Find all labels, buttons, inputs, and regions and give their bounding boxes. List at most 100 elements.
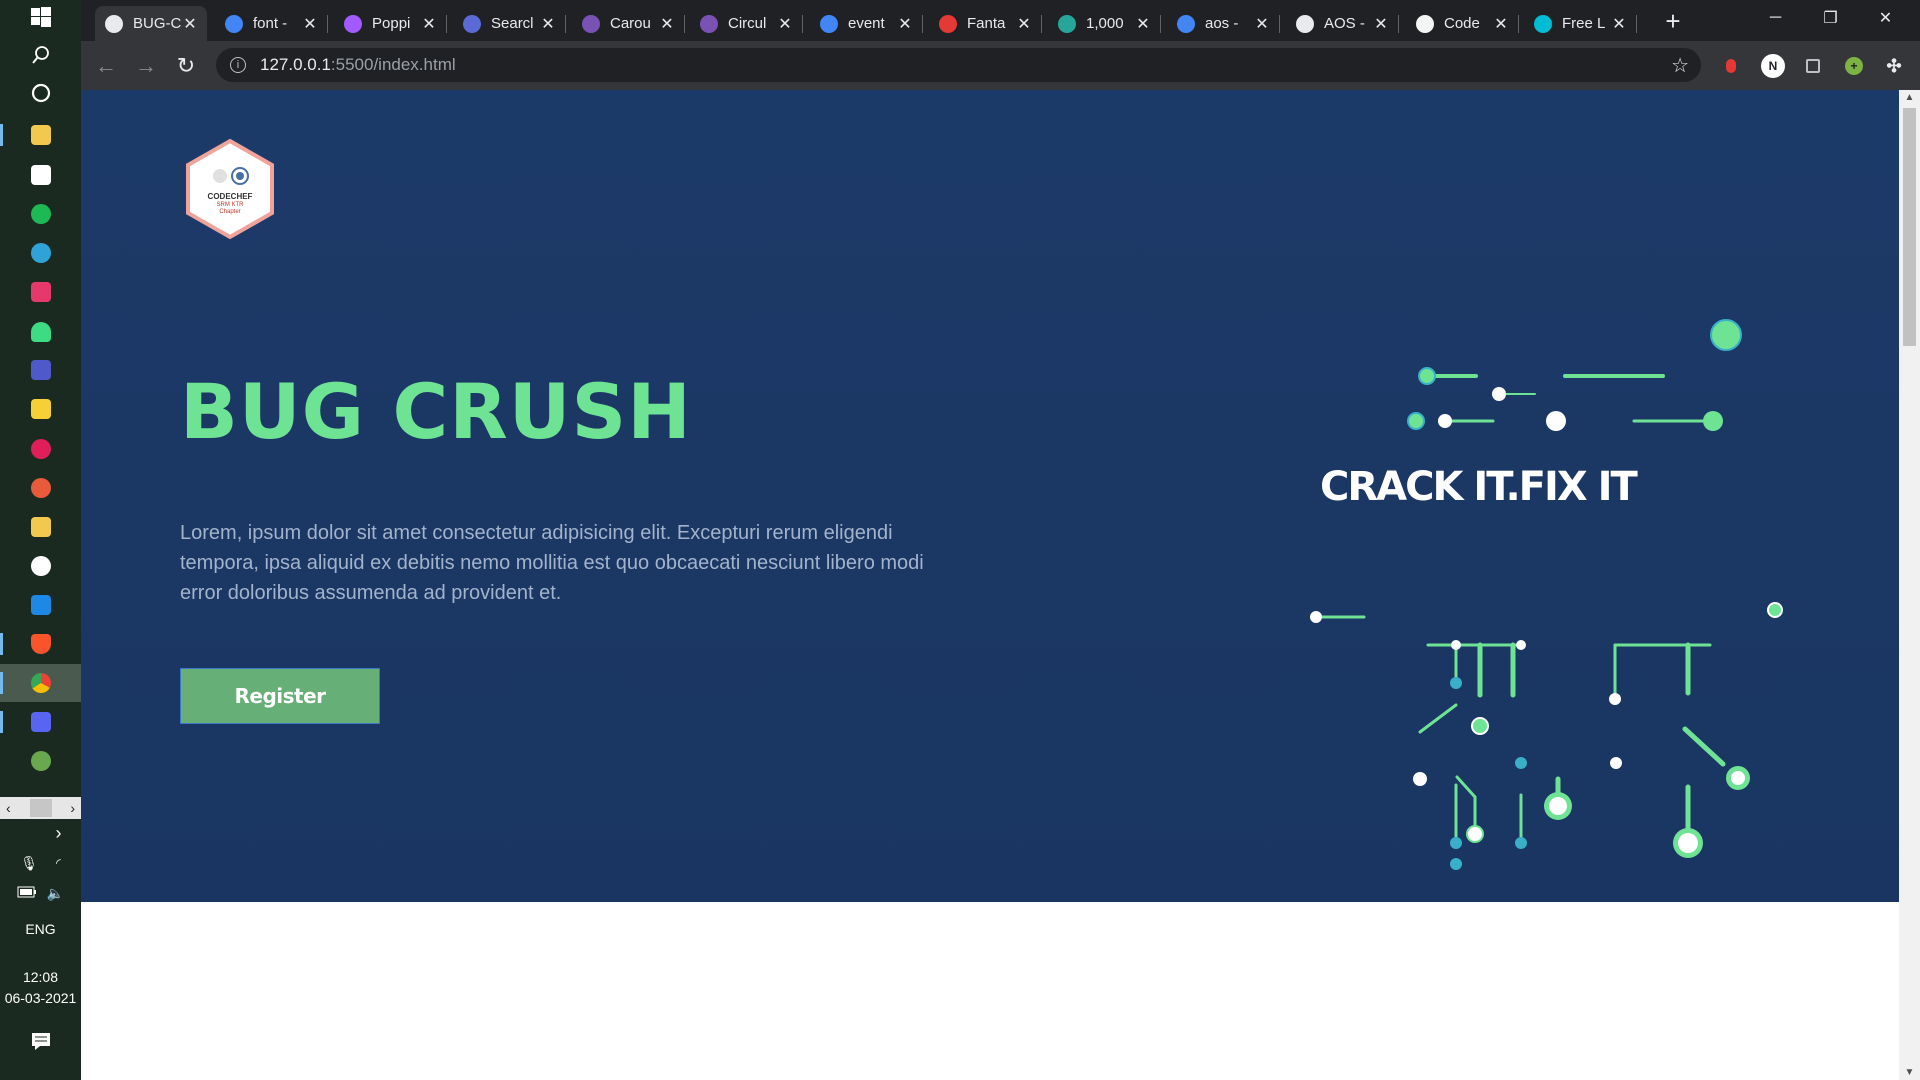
taskbar-scrollbar[interactable]: ‹ › — [0, 797, 81, 819]
site-info-icon[interactable]: i — [230, 57, 246, 73]
tab-separator — [684, 15, 685, 33]
codechef-logo[interactable]: CODECHEF SRM KTR Chapter — [184, 138, 276, 240]
tab-title: event — [848, 15, 885, 32]
tab-12[interactable]: Code ✕ — [1406, 6, 1519, 41]
tab-title: Code — [1444, 15, 1480, 32]
close-window-button[interactable]: ✕ — [1858, 0, 1913, 36]
tab-11[interactable]: AOS - ✕ — [1286, 6, 1399, 41]
cortana-button[interactable] — [0, 76, 81, 114]
tab-9[interactable]: 1,000 ✕ — [1048, 6, 1161, 41]
tab-7[interactable]: event ✕ — [810, 6, 923, 41]
tab-3[interactable]: Poppi ✕ — [334, 6, 447, 41]
extension-copy-button[interactable] — [1801, 54, 1825, 78]
taskbar-paint[interactable] — [0, 742, 81, 780]
office-icon — [30, 517, 51, 537]
taskbar-file-explorer[interactable] — [0, 116, 81, 154]
extension-notion-button[interactable]: N — [1761, 54, 1785, 78]
close-tab-icon[interactable]: ✕ — [660, 14, 674, 34]
taskbar-android-studio[interactable] — [0, 313, 81, 351]
start-button[interactable] — [0, 0, 81, 38]
close-tab-icon[interactable]: ✕ — [1136, 14, 1150, 34]
action-center-button[interactable] — [0, 1030, 81, 1054]
volume-icon[interactable]: 🔈 — [47, 885, 64, 902]
taskbar-search-button[interactable] — [0, 38, 81, 76]
close-tab-icon[interactable]: ✕ — [778, 14, 792, 34]
back-button[interactable]: ← — [89, 49, 123, 83]
battery-icon[interactable] — [17, 885, 37, 901]
taskbar-brave[interactable] — [0, 625, 81, 663]
tab-title: Circul — [728, 15, 767, 32]
sticky-notes-icon — [30, 399, 51, 419]
brave-icon — [30, 634, 51, 654]
tab-1[interactable]: BUG-C ✕ — [95, 6, 207, 41]
tab-title: 1,000 — [1086, 15, 1124, 32]
desktop: ‹ › › 🎙 ◜ 🔈 ENG 12:08 06-03-2021 BUG-C ✕ f… — [0, 0, 1920, 1080]
taskbar-intellij[interactable] — [0, 273, 81, 311]
chevron-left-icon[interactable]: ‹ — [6, 800, 11, 816]
reload-icon: ↻ — [176, 53, 196, 78]
close-tab-icon[interactable]: ✕ — [898, 14, 912, 34]
page-scrollbar[interactable]: ▲ ▼ — [1899, 90, 1920, 1080]
tab-4[interactable]: Searcl ✕ — [453, 6, 566, 41]
tab-13[interactable]: Free L ✕ — [1524, 6, 1637, 41]
extension-green-button[interactable]: + — [1842, 54, 1866, 78]
record-icon — [1726, 59, 1736, 73]
minimize-button[interactable]: ─ — [1748, 0, 1803, 36]
close-tab-icon[interactable]: ✕ — [1374, 14, 1388, 34]
close-tab-icon[interactable]: ✕ — [541, 14, 555, 34]
taskbar-slack[interactable] — [0, 430, 81, 468]
taskbar-teams[interactable] — [0, 351, 81, 389]
clock-time[interactable]: 12:08 — [0, 969, 81, 985]
forward-button[interactable]: → — [129, 49, 163, 83]
input-language[interactable]: ENG — [0, 921, 81, 937]
chevron-right-icon[interactable]: › — [70, 800, 75, 816]
page-viewport: CODECHEF SRM KTR Chapter BUG CRUSH Lorem… — [81, 90, 1899, 1080]
clock-date[interactable]: 06-03-2021 — [0, 990, 81, 1006]
close-tab-icon[interactable]: ✕ — [303, 14, 317, 34]
logo-text: CODECHEF — [207, 192, 253, 201]
show-hidden-icons-button[interactable]: › — [0, 820, 81, 846]
restore-button[interactable]: ❐ — [1803, 0, 1858, 36]
tab-5[interactable]: Carou ✕ — [572, 6, 685, 41]
taskbar-mail[interactable] — [0, 586, 81, 624]
tab-title: Fanta — [967, 15, 1006, 32]
taskbar-edge[interactable] — [0, 234, 81, 272]
scroll-thumb[interactable] — [29, 799, 52, 817]
wifi-icon[interactable]: ◜ — [56, 856, 61, 870]
scroll-down-icon[interactable]: ▼ — [1899, 1067, 1920, 1078]
register-button[interactable]: Register — [180, 668, 380, 724]
taskbar-spotify[interactable] — [0, 195, 81, 233]
tab-2[interactable]: font - ✕ — [215, 6, 328, 41]
extension-record-button[interactable] — [1719, 54, 1743, 78]
close-tab-icon[interactable]: ✕ — [1612, 14, 1626, 34]
puzzle-icon: ✣ — [1886, 55, 1902, 76]
close-tab-icon[interactable]: ✕ — [1017, 14, 1031, 34]
close-tab-icon[interactable]: ✕ — [1494, 14, 1508, 34]
address-bar[interactable]: i 127.0.0.1:5500/index.html ☆ — [216, 48, 1701, 82]
tab-separator — [1160, 15, 1161, 33]
taskbar-chrome[interactable] — [0, 664, 81, 702]
taskbar-sticky-notes[interactable] — [0, 390, 81, 428]
close-tab-icon[interactable]: ✕ — [1255, 14, 1269, 34]
taskbar-store[interactable] — [0, 156, 81, 194]
close-tab-icon[interactable]: ✕ — [422, 14, 436, 34]
microphone-icon[interactable]: 🎙 — [20, 855, 38, 872]
bookmark-star-icon[interactable]: ☆ — [1671, 53, 1689, 78]
extensions-button[interactable]: ✣ — [1882, 54, 1906, 78]
reload-button[interactable]: ↻ — [169, 49, 203, 83]
taskbar-greenshot[interactable] — [0, 547, 81, 585]
tab-strip: BUG-C ✕ font - ✕ Poppi ✕ Searcl ✕ Carou ✕ Circul ✕ e… — [81, 0, 1920, 41]
tab-8[interactable]: Fanta ✕ — [929, 6, 1042, 41]
scrollbar-thumb[interactable] — [1903, 108, 1916, 346]
new-tab-button[interactable]: + — [1656, 6, 1690, 36]
tab-6[interactable]: Circul ✕ — [690, 6, 803, 41]
tab-10[interactable]: aos - ✕ — [1167, 6, 1280, 41]
copy-icon — [1806, 59, 1820, 73]
taskbar-office[interactable] — [0, 508, 81, 546]
close-tab-icon[interactable]: ✕ — [183, 14, 197, 34]
file-explorer-icon — [30, 125, 51, 145]
taskbar-discord[interactable] — [0, 703, 81, 741]
scroll-up-icon[interactable]: ▲ — [1899, 92, 1920, 103]
tray-row-2: 🔈 — [0, 882, 81, 904]
taskbar-snip[interactable] — [0, 469, 81, 507]
